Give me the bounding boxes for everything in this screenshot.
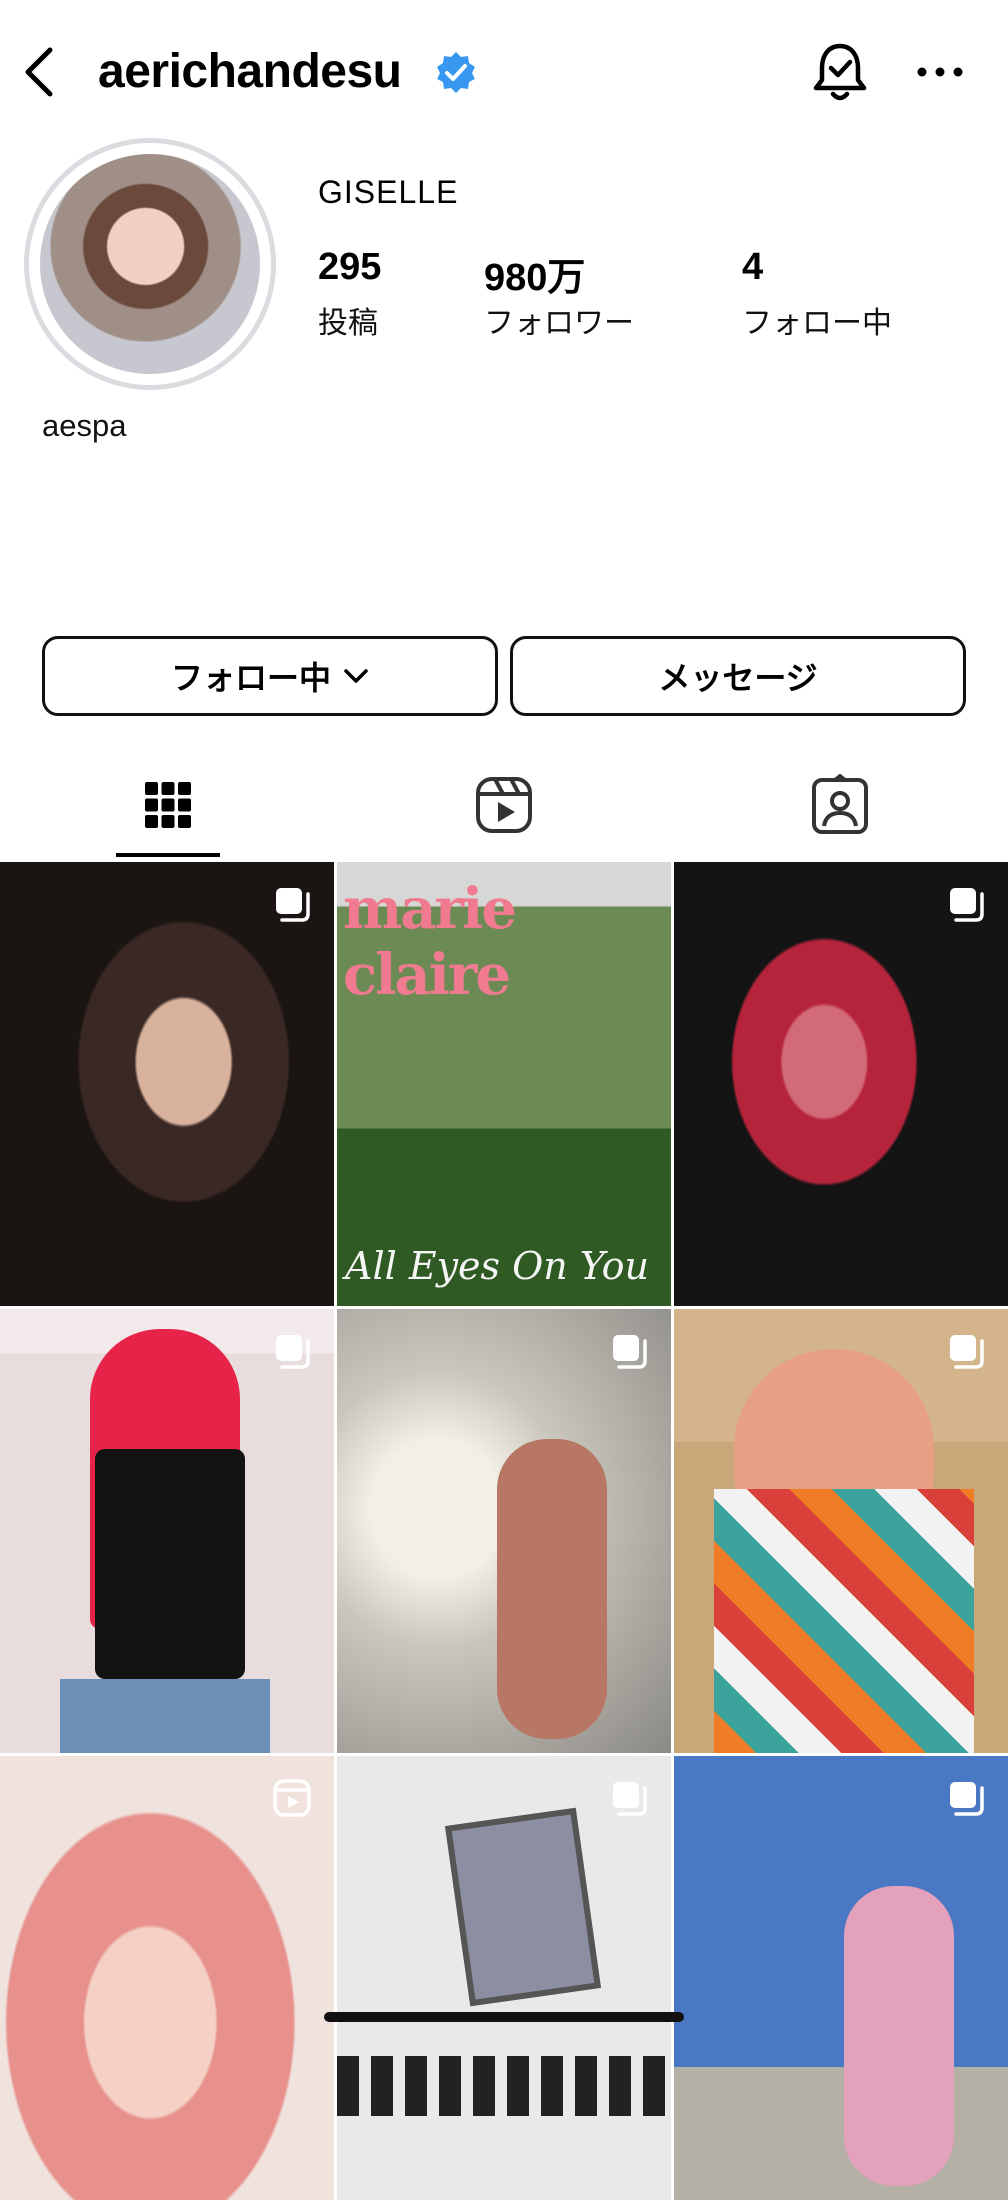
tab-posts-grid[interactable] — [137, 774, 199, 836]
carousel-icon — [613, 1335, 647, 1369]
post-tile[interactable] — [674, 862, 1008, 1306]
notification-bell-icon — [813, 43, 867, 101]
post-tile[interactable] — [0, 1756, 334, 2200]
more-horizontal-icon — [917, 67, 963, 77]
more-options-button[interactable] — [910, 52, 970, 92]
post-tile[interactable] — [0, 862, 334, 1306]
back-button[interactable] — [18, 44, 62, 100]
followers-label[interactable]: フォロワー — [484, 298, 634, 342]
post-tile[interactable] — [674, 1309, 1008, 1753]
display-name: GISELLE — [318, 174, 459, 210]
home-indicator[interactable] — [324, 2012, 684, 2022]
reels-icon — [476, 777, 532, 833]
posts-label[interactable]: 投稿 — [318, 298, 378, 342]
following-button[interactable]: フォロー中 — [42, 636, 498, 716]
post-tile[interactable] — [674, 1756, 1008, 2200]
post-tile[interactable] — [337, 1756, 671, 2200]
verified-badge-icon — [434, 50, 478, 94]
tab-tagged[interactable] — [809, 774, 871, 836]
notification-bell-button[interactable] — [810, 40, 870, 104]
carousel-icon — [276, 1335, 310, 1369]
active-tab-indicator — [116, 853, 220, 857]
message-button[interactable]: メッセージ — [510, 636, 966, 716]
magazine-title: marie claire — [343, 876, 517, 1008]
posts-grid: marie claire All Eyes On You — [0, 862, 1008, 2200]
chevron-left-icon — [25, 47, 53, 97]
tagged-icon — [812, 774, 868, 834]
grid-icon — [145, 782, 191, 828]
post-tile[interactable] — [337, 1309, 671, 1753]
chevron-down-icon — [344, 669, 368, 683]
magazine-caption: All Eyes On You — [345, 1244, 649, 1288]
carousel-icon — [613, 1782, 647, 1816]
avatar[interactable] — [40, 154, 260, 374]
bio-text: aespa — [42, 408, 127, 443]
carousel-icon — [950, 888, 984, 922]
following-label[interactable]: フォロー中 — [742, 298, 892, 342]
message-button-label: メッセージ — [658, 660, 818, 696]
profile-username: aerichandesu — [98, 45, 402, 98]
following-button-label: フォロー中 — [170, 660, 331, 696]
carousel-icon — [950, 1335, 984, 1369]
posts-count[interactable]: 295 — [318, 246, 381, 289]
tab-reels[interactable] — [473, 774, 535, 836]
carousel-icon — [950, 1782, 984, 1816]
following-count[interactable]: 4 — [742, 246, 763, 289]
post-tile[interactable]: marie claire All Eyes On You — [337, 862, 671, 1306]
carousel-icon — [276, 888, 310, 922]
reels-post-icon — [273, 1779, 311, 1817]
post-tile[interactable] — [0, 1309, 334, 1753]
followers-count[interactable]: 980万 — [484, 246, 585, 301]
